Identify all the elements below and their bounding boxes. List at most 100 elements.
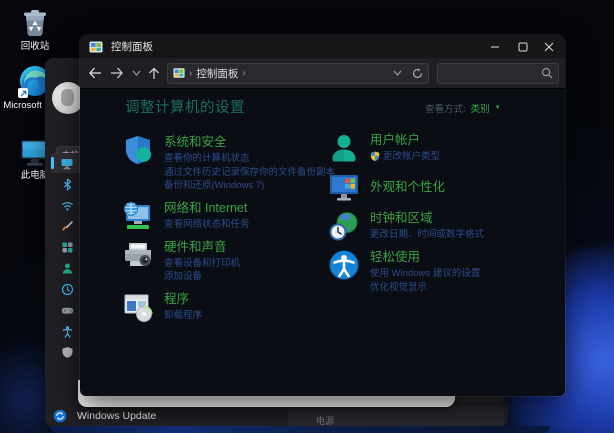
sidebar-item-gaming[interactable] bbox=[50, 300, 84, 320]
task-link[interactable]: 查看你的计算机状态 bbox=[164, 152, 335, 166]
recent-pages-dropdown-icon[interactable] bbox=[128, 62, 144, 84]
category-text: 时钟和区域更改日期、时间或数字格式 bbox=[370, 210, 484, 242]
titlebar[interactable]: 控制面板 bbox=[80, 35, 565, 58]
control-panel-window: 控制面板 bbox=[80, 35, 565, 396]
task-link[interactable]: 查看网络状态和任务 bbox=[164, 218, 250, 232]
category-title-link[interactable]: 时钟和区域 bbox=[370, 211, 484, 226]
programs-icon[interactable] bbox=[122, 291, 154, 323]
breadcrumb-cp-icon bbox=[173, 67, 185, 79]
sidebar-item-network[interactable] bbox=[50, 195, 84, 215]
category-title-link[interactable]: 外观和个性化 bbox=[370, 180, 445, 195]
category-title-link[interactable]: 网络和 Internet bbox=[164, 201, 250, 216]
ease-of-access-icon[interactable] bbox=[328, 249, 360, 281]
category-programs: 程序卸载程序 bbox=[122, 291, 332, 323]
uac-shield-icon bbox=[370, 151, 380, 162]
breadcrumb-bar[interactable]: › 控制面板 › bbox=[167, 63, 429, 84]
back-button[interactable] bbox=[84, 62, 106, 84]
clock-region-icon[interactable] bbox=[328, 210, 360, 242]
settings-bottom-glow bbox=[50, 426, 550, 433]
appearance-personalization-icon[interactable] bbox=[328, 171, 360, 203]
category-title-link[interactable]: 硬件和声音 bbox=[164, 240, 240, 255]
task-link[interactable]: 使用 Windows 建议的设置 bbox=[370, 267, 480, 281]
task-link[interactable]: 优化视觉显示 bbox=[370, 281, 480, 295]
category-title-link[interactable]: 用户帐户 bbox=[370, 133, 440, 148]
view-by-value[interactable]: 类别 bbox=[471, 101, 490, 115]
category-title-link[interactable]: 轻松使用 bbox=[370, 250, 480, 265]
category-text: 系统和安全查看你的计算机状态通过文件历史记录保存你的文件备份副本备份和还原(Wi… bbox=[164, 134, 335, 193]
task-link[interactable]: 添加设备 bbox=[164, 270, 240, 284]
category-hardware-sound: 硬件和声音查看设备和打印机添加设备 bbox=[122, 239, 332, 284]
category-text: 轻松使用使用 Windows 建议的设置优化视觉显示 bbox=[370, 249, 480, 294]
toolbar: › 控制面板 › bbox=[80, 58, 565, 89]
breadcrumb-separator: › bbox=[242, 68, 245, 79]
category-title-link[interactable]: 程序 bbox=[164, 292, 202, 307]
desktop-icon-recycle-bin[interactable]: 回收站 bbox=[1, 5, 69, 52]
sidebar-item-time-language[interactable] bbox=[50, 279, 84, 299]
up-button[interactable] bbox=[144, 62, 164, 84]
category-column-right: 用户帐户更改帐户类型外观和个性化时钟和区域更改日期、时间或数字格式轻松使用使用 … bbox=[328, 132, 553, 294]
task-link-label: 查看你的计算机状态 bbox=[164, 152, 250, 166]
task-link-label: 备份和还原(Windows 7) bbox=[164, 179, 264, 193]
task-link[interactable]: 备份和还原(Windows 7) bbox=[164, 179, 335, 193]
task-link-label: 更改日期、时间或数字格式 bbox=[370, 228, 484, 242]
view-by-control[interactable]: 查看方式: 类别 ▼ bbox=[425, 101, 501, 115]
search-input[interactable] bbox=[443, 67, 541, 80]
task-link[interactable]: 更改帐户类型 bbox=[370, 150, 440, 164]
system-icon bbox=[60, 157, 74, 170]
sidebar-item-windows-update[interactable]: Windows Update bbox=[53, 405, 303, 427]
task-link[interactable]: 卸载程序 bbox=[164, 309, 202, 323]
minimize-button[interactable] bbox=[481, 35, 509, 58]
user-accounts-icon[interactable] bbox=[328, 132, 360, 164]
system-security-icon[interactable] bbox=[122, 134, 154, 166]
sidebar-item-accounts[interactable] bbox=[50, 258, 84, 278]
gaming-icon bbox=[61, 304, 74, 317]
view-by-label: 查看方式: bbox=[425, 101, 466, 115]
category-text: 程序卸载程序 bbox=[164, 291, 202, 323]
privacy-security-icon bbox=[61, 346, 74, 359]
category-text: 硬件和声音查看设备和打印机添加设备 bbox=[164, 239, 240, 284]
control-panel-logo-icon bbox=[89, 40, 103, 54]
bluetooth-icon bbox=[61, 178, 74, 191]
windows-update-label: Windows Update bbox=[77, 410, 156, 422]
breadcrumb-location[interactable]: 控制面板 bbox=[196, 66, 238, 81]
recycle-bin-icon bbox=[18, 5, 52, 39]
task-link[interactable]: 查看设备和打印机 bbox=[164, 257, 240, 271]
sidebar-item-personalization[interactable] bbox=[50, 216, 84, 236]
search-box[interactable] bbox=[437, 63, 559, 84]
refresh-icon[interactable] bbox=[412, 68, 423, 79]
hardware-sound-icon[interactable] bbox=[122, 239, 154, 271]
address-dropdown-icon[interactable] bbox=[393, 70, 402, 76]
category-title-link[interactable]: 系统和安全 bbox=[164, 135, 335, 150]
category-ease-of-access: 轻松使用使用 Windows 建议的设置优化视觉显示 bbox=[328, 249, 553, 294]
sidebar-item-privacy-security[interactable] bbox=[50, 342, 84, 362]
task-link-label: 查看网络状态和任务 bbox=[164, 218, 250, 232]
shortcut-arrow-icon bbox=[18, 88, 28, 98]
category-column-left: 系统和安全查看你的计算机状态通过文件历史记录保存你的文件备份副本备份和还原(Wi… bbox=[122, 134, 332, 323]
sidebar-item-apps[interactable] bbox=[50, 237, 84, 257]
close-button[interactable] bbox=[535, 35, 563, 58]
task-link[interactable]: 更改日期、时间或数字格式 bbox=[370, 228, 484, 242]
settings-card-power[interactable]: 电源 bbox=[288, 405, 504, 427]
sidebar-item-bluetooth[interactable] bbox=[50, 174, 84, 194]
task-link-label: 更改帐户类型 bbox=[383, 150, 440, 164]
apps-icon bbox=[61, 241, 74, 254]
search-icon[interactable] bbox=[541, 67, 553, 79]
accessibility-icon bbox=[61, 325, 74, 338]
category-appearance-personalization: 外观和个性化 bbox=[328, 171, 553, 203]
task-link-label: 通过文件历史记录保存你的文件备份副本 bbox=[164, 166, 335, 180]
network-internet-icon[interactable] bbox=[122, 200, 154, 232]
task-link-label: 添加设备 bbox=[164, 270, 202, 284]
task-link-label: 卸载程序 bbox=[164, 309, 202, 323]
category-text: 网络和 Internet 查看网络状态和任务 bbox=[164, 200, 250, 232]
maximize-button[interactable] bbox=[509, 35, 537, 58]
forward-button[interactable] bbox=[106, 62, 128, 84]
task-link[interactable]: 通过文件历史记录保存你的文件备份副本 bbox=[164, 166, 335, 180]
network-icon bbox=[61, 199, 74, 212]
category-system-security: 系统和安全查看你的计算机状态通过文件历史记录保存你的文件备份副本备份和还原(Wi… bbox=[122, 134, 332, 193]
category-text: 用户帐户更改帐户类型 bbox=[370, 132, 440, 164]
desktop: 回收站 Microsoft Edge bbox=[0, 0, 614, 433]
category-user-accounts: 用户帐户更改帐户类型 bbox=[328, 132, 553, 164]
sidebar-item-system[interactable] bbox=[50, 153, 84, 173]
sidebar-item-accessibility[interactable] bbox=[50, 321, 84, 341]
category-network-internet: 网络和 Internet 查看网络状态和任务 bbox=[122, 200, 332, 232]
